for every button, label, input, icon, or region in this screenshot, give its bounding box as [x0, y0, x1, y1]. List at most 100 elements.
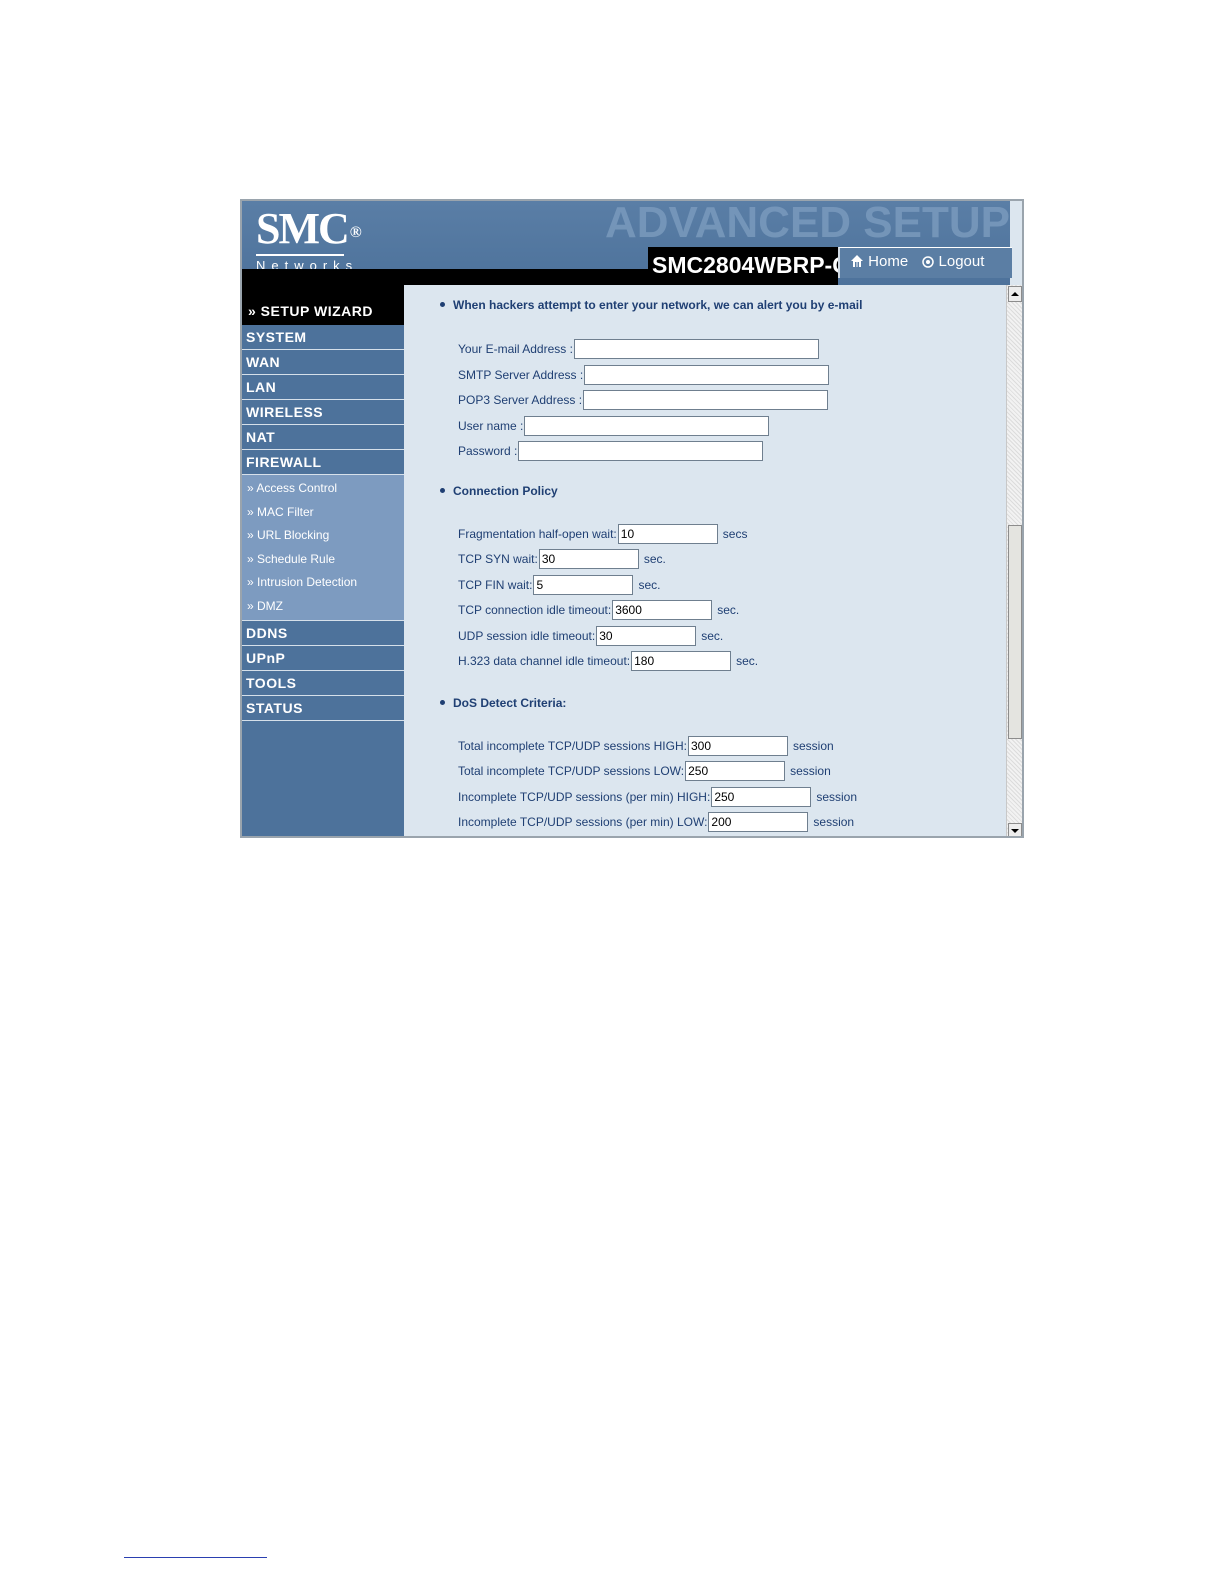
tcp-idle-unit: sec. [717, 602, 740, 617]
vertical-scrollbar[interactable] [1006, 285, 1022, 836]
home-icon [851, 255, 863, 267]
fin-unit: sec. [638, 577, 661, 592]
username-label: User name : [458, 418, 524, 433]
sidebar-item-wan[interactable]: WAN [242, 350, 404, 375]
firewall-submenu: » Access Control » MAC Filter » URL Bloc… [242, 475, 404, 621]
tcp-idle-label: TCP connection idle timeout: [458, 602, 612, 617]
password-label: Password : [458, 443, 518, 458]
sidebar-subitem-mac-filter[interactable]: » MAC Filter [242, 501, 404, 525]
sidebar-subitem-url-blocking[interactable]: » URL Blocking [242, 524, 404, 548]
email-field[interactable] [573, 338, 819, 359]
header: SMC ® Networks ADVANCED SETUP SMC2804WBRP… [242, 199, 1012, 285]
pop3-server-field[interactable] [583, 389, 829, 410]
udp-idle-label: UDP session idle timeout: [458, 628, 596, 643]
sidebar-subitem-access-control[interactable]: » Access Control [242, 477, 404, 501]
h323-idle-timeout-field[interactable] [631, 650, 732, 671]
sidebar-item-ddns[interactable]: DDNS [242, 621, 404, 646]
sidebar-item-status[interactable]: STATUS [242, 696, 404, 721]
header-band [242, 269, 648, 285]
arrow-down-icon [1011, 829, 1019, 833]
sidebar-item-nat[interactable]: NAT [242, 425, 404, 450]
scroll-down-button[interactable] [1008, 823, 1022, 836]
udp-idle-unit: sec. [701, 628, 724, 643]
min-high-label: Incomplete TCP/UDP sessions (per min) HI… [458, 789, 711, 804]
email-row: Your E-mail Address : [458, 337, 820, 359]
frag-label: Fragmentation half-open wait: [458, 526, 617, 541]
syn-label: TCP SYN wait: [458, 551, 538, 566]
syn-unit: sec. [643, 551, 666, 566]
total-high-field[interactable] [687, 735, 788, 756]
password-row: Password : [458, 439, 764, 461]
sidebar-item-firewall[interactable]: FIREWALL [242, 450, 404, 475]
section-title-text: Connection Policy [453, 484, 558, 498]
sidebar-subitem-dmz[interactable]: » DMZ [242, 595, 404, 619]
sidebar-subitem-schedule-rule[interactable]: » Schedule Rule [242, 548, 404, 572]
total-low-unit: session [790, 763, 831, 778]
bullet-icon [440, 488, 445, 493]
total-low-label: Total incomplete TCP/UDP sessions LOW: [458, 763, 685, 778]
logout-label: Logout [938, 253, 985, 270]
section-title-text: DoS Detect Criteria: [453, 696, 567, 710]
sidebar-item-lan[interactable]: LAN [242, 375, 404, 400]
syn-row: TCP SYN wait: sec. [458, 547, 666, 569]
total-high-unit: session [792, 738, 834, 753]
logout-icon [922, 256, 935, 268]
h323-unit: sec. [736, 653, 759, 668]
email-alert-section-title: When hackers attempt to enter your netwo… [440, 298, 862, 312]
main-content: When hackers attempt to enter your netwo… [404, 285, 1010, 836]
page-title: ADVANCED SETUP [604, 199, 1010, 247]
arrow-up-icon [1011, 292, 1019, 296]
logo-text: SMC [256, 204, 350, 253]
fin-row: TCP FIN wait: sec. [458, 573, 660, 595]
total-low-field[interactable] [685, 760, 786, 781]
home-label: Home [868, 253, 909, 270]
total-low-row: Total incomplete TCP/UDP sessions LOW: se… [458, 759, 831, 781]
tcp-syn-wait-field[interactable] [538, 548, 639, 569]
scrollbar-thumb[interactable] [1008, 525, 1022, 739]
bullet-icon [440, 700, 445, 705]
smtp-server-field[interactable] [584, 364, 830, 385]
min-low-field[interactable] [708, 811, 809, 832]
udp-idle-row: UDP session idle timeout: sec. [458, 624, 723, 646]
section-title-text: When hackers attempt to enter your netwo… [453, 298, 863, 312]
tcp-fin-wait-field[interactable] [533, 574, 634, 595]
min-high-field[interactable] [711, 786, 812, 807]
password-field[interactable] [518, 440, 764, 461]
sidebar-item-tools[interactable]: TOOLS [242, 671, 404, 696]
pop3-row: POP3 Server Address : [458, 388, 829, 410]
sidebar-item-upnp[interactable]: UPnP [242, 646, 404, 671]
pop3-label: POP3 Server Address : [458, 392, 583, 407]
fin-label: TCP FIN wait: [458, 577, 533, 592]
smtp-label: SMTP Server Address : [458, 367, 584, 382]
total-high-row: Total incomplete TCP/UDP sessions HIGH: s… [458, 734, 834, 756]
sidebar-subitem-intrusion-detection[interactable]: » Intrusion Detection [242, 571, 404, 595]
sidebar-item-system[interactable]: SYSTEM [242, 325, 404, 350]
tcp-idle-row: TCP connection idle timeout: sec. [458, 598, 739, 620]
username-row: User name : [458, 414, 770, 436]
min-low-label: Incomplete TCP/UDP sessions (per min) LO… [458, 814, 708, 829]
min-low-unit: session [813, 814, 855, 829]
connection-policy-title: Connection Policy [440, 484, 558, 498]
home-link[interactable]: Home [850, 253, 912, 270]
sidebar-item-wireless[interactable]: WIRELESS [242, 400, 404, 425]
email-label: Your E-mail Address : [458, 341, 573, 356]
frag-unit: secs [722, 526, 748, 541]
username-field[interactable] [524, 415, 770, 436]
logout-link[interactable]: Logout [922, 253, 984, 270]
min-high-unit: session [816, 789, 857, 804]
frag-row: Fragmentation half-open wait: secs [458, 522, 747, 544]
min-low-row: Incomplete TCP/UDP sessions (per min) LO… [458, 810, 854, 832]
frag-wait-field[interactable] [617, 523, 718, 544]
tcp-idle-timeout-field[interactable] [612, 599, 713, 620]
udp-idle-timeout-field[interactable] [596, 625, 697, 646]
min-high-row: Incomplete TCP/UDP sessions (per min) HI… [458, 785, 857, 807]
total-high-label: Total incomplete TCP/UDP sessions HIGH: [458, 738, 687, 753]
h323-row: H.323 data channel idle timeout: sec. [458, 649, 758, 671]
setup-wizard-link[interactable]: » SETUP WIZARD [242, 285, 404, 325]
smtp-row: SMTP Server Address : [458, 363, 830, 385]
bullet-icon [440, 302, 445, 307]
browser-frame: SMC ® Networks ADVANCED SETUP SMC2804WBRP… [240, 199, 1024, 838]
scroll-up-button[interactable] [1008, 286, 1022, 302]
h323-label: H.323 data channel idle timeout: [458, 653, 631, 668]
smc-logo: SMC ® Networks [256, 204, 362, 273]
